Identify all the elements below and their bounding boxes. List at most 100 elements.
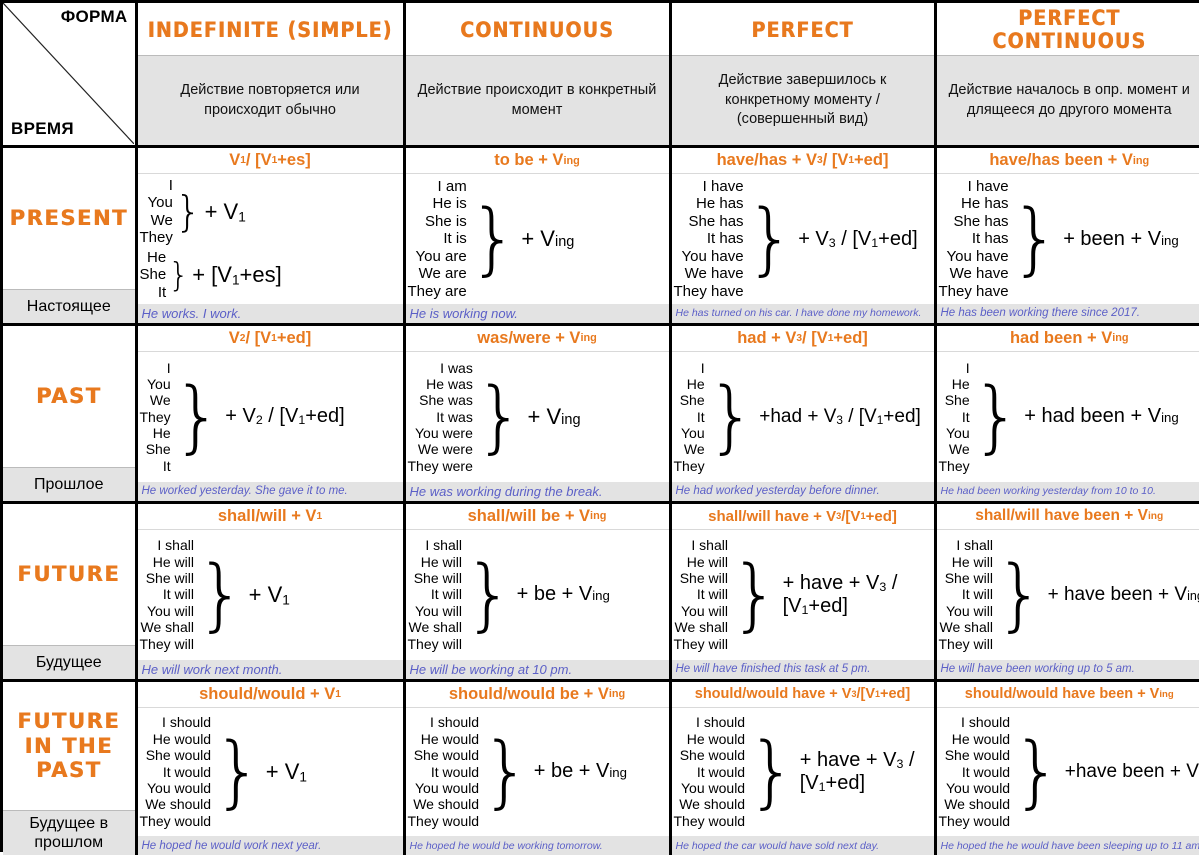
formula-header: should/would be + Ving [406, 682, 669, 708]
pronoun: It will [962, 586, 993, 602]
cell-future-indefinite: shall/will + V1 I shall He will She will… [136, 502, 404, 680]
cell-present-indefinite: V1 / [V1+es] I You We They } + V1 [136, 147, 404, 325]
pronoun-group: I have He has She has It has You have We… [674, 178, 932, 301]
pronoun: You have [947, 248, 1009, 266]
curly-brace-icon: } [464, 567, 514, 623]
pronoun: You were [415, 425, 473, 441]
pronoun: I shall [157, 537, 194, 553]
formula-tail: +had + V3 / [V1+ed] [757, 406, 921, 428]
curly-brace-icon: } [475, 389, 525, 445]
pronoun: He [952, 376, 970, 392]
example-sentence: He has been working there since 2017. [937, 304, 1199, 323]
formula-body: I You We They } + V1 He She [138, 174, 403, 304]
pronoun: I [966, 360, 970, 376]
formula-tail: + be + Ving [515, 583, 610, 606]
cell-past-continuous: was/were + Ving I was He was She was It … [404, 324, 670, 502]
pronoun-stack: I have He has She has It has You have We… [939, 178, 1010, 301]
pronoun: He [147, 249, 166, 267]
cell-future-perfect: shall/will have + V3 /[V1+ed] I shall He… [670, 502, 935, 680]
cell-fip-indefinite: should/would + V1 I should He would She … [136, 680, 404, 855]
formula-body: I should He would She would It would You… [672, 708, 934, 836]
example-sentence: He hoped the he would have been sleeping… [937, 836, 1199, 855]
aspect-description: Действие завершилось к конкретному момен… [672, 55, 934, 145]
pronoun: She would [680, 747, 745, 763]
example-sentence: He was working during the break. [406, 482, 669, 501]
formula-tail: + Ving [526, 404, 581, 429]
pronoun: I [701, 360, 705, 376]
pronoun: I have [968, 178, 1009, 196]
example-sentence: He will have been working up to 5 am. [937, 660, 1199, 679]
pronoun: He is [433, 195, 467, 213]
pronoun: You would [147, 780, 211, 796]
pronoun-group: I He She It You We They } + had been + V… [939, 360, 1199, 475]
curly-brace-icon: } [213, 744, 263, 800]
pronoun: I should [162, 714, 211, 730]
tense-label-present: PRESENT Настоящее [3, 147, 136, 325]
pronoun: We shall [940, 619, 993, 635]
pronoun: We should [413, 796, 479, 812]
pronoun-group: I should He would She would It would You… [674, 714, 932, 829]
formula-header: shall/will have + V3 /[V1+ed] [672, 504, 934, 530]
english-tenses-table: ФОРМА ВРЕМЯ INDEFINITE (SIMPLE) Действие… [3, 3, 1199, 855]
aspect-header-perfect-continuous: PERFECT CONTINUOUS Действие началось в о… [935, 3, 1199, 147]
pronoun: They will [674, 636, 728, 652]
pronoun-stack: I He She It You We They [939, 360, 971, 475]
formula-body: I You We They He She It } + V2 / [V1+ed] [138, 352, 403, 482]
pronoun-group: I have He has She has It has You have We… [939, 178, 1199, 301]
tense-label-future: FUTURE Будущее [3, 502, 136, 680]
pronoun: He will [153, 554, 194, 570]
aspect-title: PERFECT [672, 3, 934, 55]
formula-tail: + V1 [203, 199, 246, 225]
pronoun: She [146, 441, 171, 457]
pronoun-stack: I shall He will She will It will You wil… [140, 537, 195, 652]
example-sentence: He works. I work. [138, 304, 403, 323]
pronoun: You are [416, 248, 467, 266]
cell-present-continuous: to be + Ving I am He is She is It is You… [404, 147, 670, 325]
tenses-table-container: ФОРМА ВРЕМЯ INDEFINITE (SIMPLE) Действие… [0, 0, 1199, 852]
cell-future-perfect-continuous: shall/will have been + Ving I shall He w… [935, 502, 1199, 680]
formula-header: shall/will be + Ving [406, 504, 669, 530]
pronoun: She has [954, 213, 1009, 231]
pronoun: It will [697, 586, 728, 602]
pronoun: He was [426, 376, 473, 392]
formula-body: I have He has She has It has You have We… [937, 174, 1199, 304]
pronoun: I am [438, 178, 467, 196]
pronoun: We were [418, 441, 473, 457]
table-header-row: ФОРМА ВРЕМЯ INDEFINITE (SIMPLE) Действие… [3, 3, 1199, 147]
pronoun: I [169, 177, 173, 195]
pronoun-stack: I should He would She would It would You… [140, 714, 213, 829]
pronoun: It [163, 458, 171, 474]
pronoun-stack: I should He would She would It would You… [408, 714, 481, 829]
aspect-description: Действие повторяется или происходит обыч… [138, 55, 403, 145]
pronoun-group: I should He would She would It would You… [408, 714, 667, 829]
pronoun: You will [681, 603, 728, 619]
example-sentence: He worked yesterday. She gave it to me. [138, 482, 403, 501]
pronoun: We [150, 392, 171, 408]
pronoun: I should [430, 714, 479, 730]
pronoun: I shall [425, 537, 462, 553]
pronoun: We shall [675, 619, 728, 635]
aspect-title: PERFECT CONTINUOUS [937, 3, 1199, 55]
formula-tail: + Ving [519, 226, 574, 251]
curly-brace-icon: } [168, 263, 189, 287]
tense-name-en: PAST [3, 326, 135, 467]
cell-fip-perfect-continuous: should/would have been + Ving I should H… [935, 680, 1199, 855]
formula-body: I He She It You We They } +had + V3 / [V… [672, 352, 934, 482]
formula-body: I shall He will She will It will You wil… [672, 530, 934, 660]
curly-brace-icon: } [175, 197, 202, 227]
tense-name-ru: Настоящее [3, 289, 135, 323]
formula-tail: + V3 / [V1+ed] [796, 228, 917, 251]
pronoun: She would [945, 747, 1010, 763]
formula-body: I am He is She is It is You are We are T… [406, 174, 669, 304]
pronoun: You [147, 376, 171, 392]
pronoun: He will [687, 554, 728, 570]
formula-body: I shall He will She will It will You wil… [406, 530, 669, 660]
pronoun: We have [950, 265, 1009, 283]
formula-tail: + have + V3 / [V1+ed] [781, 572, 898, 618]
pronoun: It would [697, 764, 745, 780]
pronoun: They [674, 458, 705, 474]
pronoun-stack: I am He is She is It is You are We are T… [408, 178, 468, 301]
pronoun: It would [431, 764, 479, 780]
pronoun-group: He She It } + [V1+es] [140, 249, 401, 302]
pronoun: They will [939, 636, 993, 652]
